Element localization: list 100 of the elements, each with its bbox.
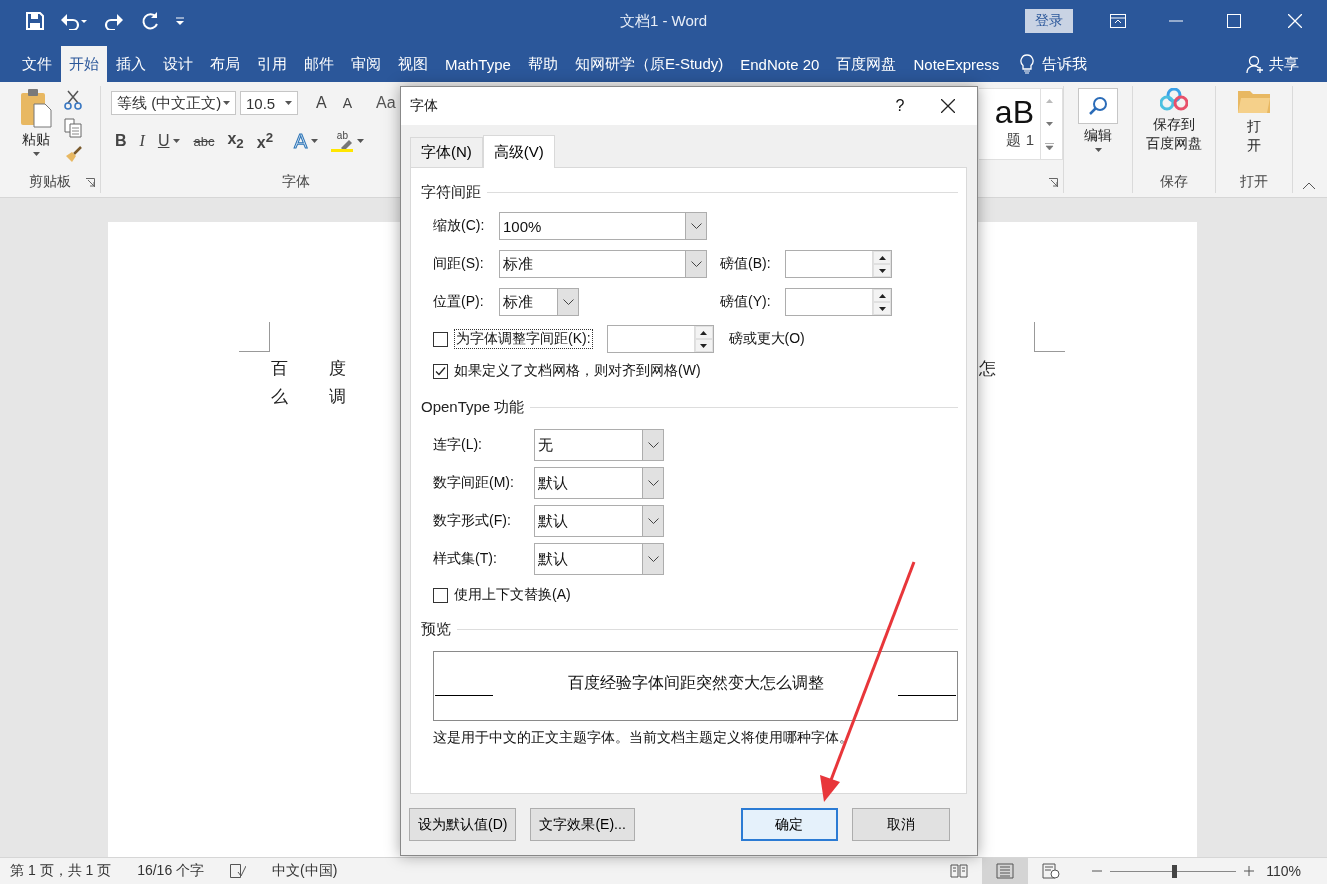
dialog-button[interactable]: 文字效果(E)...	[530, 808, 635, 841]
style-name: 题 1	[1006, 131, 1034, 150]
dialog-button[interactable]: 确定	[740, 808, 838, 841]
field-label: 间距(S):	[433, 255, 485, 273]
spin-down-icon	[700, 343, 708, 348]
font-name-field[interactable]: 等线 (中文正文)	[111, 91, 236, 115]
share-button[interactable]: 共享	[1246, 46, 1299, 82]
scissors-icon[interactable]	[64, 90, 82, 110]
dropdown[interactable]: 默认	[534, 467, 664, 499]
ribbon-tab[interactable]: 文件	[14, 46, 60, 82]
ribbon-tab[interactable]: 插入	[108, 46, 154, 82]
dropdown[interactable]: 默认	[534, 543, 664, 575]
ribbon-tab[interactable]: 帮助	[519, 46, 566, 82]
dropdown[interactable]: 标准	[499, 288, 579, 316]
font-size-field[interactable]: 10.5	[240, 91, 298, 115]
dropdown[interactable]: 标准	[499, 250, 707, 278]
print-layout-icon	[996, 863, 1015, 879]
ribbon-tab[interactable]: 视图	[390, 46, 436, 82]
ribbon-tab[interactable]: 设计	[155, 46, 201, 82]
check-icon	[435, 366, 446, 376]
customize-icon[interactable]	[176, 17, 184, 25]
ribbon-tab[interactable]: MathType	[437, 46, 519, 82]
checkbox[interactable]	[433, 587, 448, 603]
ribbon-tab[interactable]: 知网研学（原E-Study)	[566, 46, 732, 82]
checkbox[interactable]	[433, 363, 448, 379]
proofing-icon[interactable]	[230, 864, 247, 878]
format-button[interactable]: B	[111, 132, 131, 150]
field-label: 磅值(B):	[720, 255, 772, 273]
more-icon[interactable]	[1044, 143, 1054, 152]
copy-icon[interactable]	[64, 118, 82, 138]
caret-icon	[690, 223, 702, 229]
paste-button[interactable]: 粘贴	[14, 86, 58, 173]
sign-in-button[interactable]: 登录	[1025, 9, 1073, 33]
checkbox[interactable]	[433, 331, 448, 347]
ribbon-tab[interactable]: 布局	[202, 46, 248, 82]
section-heading: OpenType 功能	[421, 397, 525, 417]
close-icon[interactable]	[941, 99, 955, 113]
caret-icon	[647, 518, 659, 524]
highlight-button[interactable]: ab	[327, 130, 369, 152]
dialog-button[interactable]: 取消	[851, 808, 950, 841]
save-icon[interactable]	[26, 12, 44, 30]
dialog-tab[interactable]: 高级(V)	[482, 135, 555, 168]
dropdown[interactable]: 无	[534, 429, 664, 461]
format-button[interactable]: I	[135, 132, 149, 150]
ribbon-tab[interactable]: 邮件	[296, 46, 342, 82]
spin-field[interactable]	[785, 250, 892, 278]
format-button[interactable]: abc	[189, 133, 219, 149]
spin-field[interactable]	[785, 288, 892, 316]
undo-icon[interactable]	[60, 12, 88, 30]
open-button[interactable]: 打 开	[1231, 86, 1277, 173]
field-label: 磅或更大(O)	[728, 330, 805, 348]
redo-icon[interactable]	[104, 12, 124, 30]
brush-icon[interactable]	[64, 146, 82, 164]
change-case-button[interactable]: Aa	[372, 94, 400, 112]
field-label: 位置(P):	[433, 293, 485, 311]
dialog-button[interactable]: 设为默认值(D)	[409, 808, 517, 841]
zoom-slider-thumb[interactable]	[1172, 864, 1178, 878]
checkbox-label: 为字体调整字间距(K):	[454, 329, 593, 349]
save-to-cloud-button[interactable]: 保存到 百度网盘	[1140, 86, 1208, 173]
field-label: 磅值(Y):	[720, 293, 772, 311]
scroll-down-icon[interactable]	[1045, 122, 1053, 126]
ribbon-tab[interactable]: 审阅	[343, 46, 389, 82]
spin-down-icon	[878, 306, 886, 311]
editing-button[interactable]: 编辑	[1064, 86, 1132, 154]
collapse-ribbon-icon[interactable]	[1303, 182, 1315, 189]
spin-down-icon	[878, 268, 886, 273]
help-button[interactable]: ?	[885, 97, 915, 115]
dropdown[interactable]: 100%	[499, 212, 707, 240]
description-text: 这是用于中文的正文主题字体。当前文档主题定义将使用哪种字体。	[433, 729, 854, 747]
zoom-in-icon[interactable]	[1244, 866, 1255, 876]
maximize-icon[interactable]	[1227, 14, 1241, 28]
group-label: 打开	[1240, 173, 1268, 191]
shrink-font-button[interactable]: A	[338, 95, 356, 111]
dialog-tab[interactable]: 字体(N)	[410, 137, 483, 167]
ribbon-tab[interactable]: 百度网盘	[828, 46, 905, 82]
zoom-level[interactable]: 110%	[1266, 863, 1301, 879]
refresh-icon[interactable]	[140, 11, 160, 31]
ribbon-tab[interactable]: EndNote 20	[732, 46, 828, 82]
read-mode-icon	[950, 863, 969, 879]
format-button[interactable]: x$_{2}$	[223, 130, 248, 152]
ribbon-tab[interactable]: 开始	[61, 46, 107, 82]
clipboard-icon	[20, 88, 52, 128]
caret-icon	[562, 299, 574, 305]
spin-up-icon	[700, 330, 708, 335]
dropdown[interactable]: 默认	[534, 505, 664, 537]
dialog-launcher-icon[interactable]	[1049, 178, 1058, 187]
field-label: 数字形式(F):	[433, 512, 512, 530]
dialog-launcher-icon[interactable]	[86, 178, 95, 187]
ribbon-tab[interactable]: NoteExpress	[905, 46, 1008, 82]
spin-field[interactable]	[606, 325, 714, 353]
view-button[interactable]	[982, 858, 1029, 884]
tell-me-search[interactable]: 告诉我	[1042, 54, 1088, 74]
ribbon-display-icon[interactable]	[1110, 14, 1126, 28]
document-text: 度	[329, 357, 347, 380]
format-button[interactable]: x$^{2}$	[252, 129, 278, 153]
word-count: 16/16 个字	[137, 862, 205, 880]
ribbon-tab[interactable]: 引用	[249, 46, 295, 82]
grow-font-button[interactable]: A	[312, 94, 331, 112]
window-title: 文档1 - Word	[619, 11, 708, 31]
format-button[interactable]: U	[153, 132, 185, 150]
